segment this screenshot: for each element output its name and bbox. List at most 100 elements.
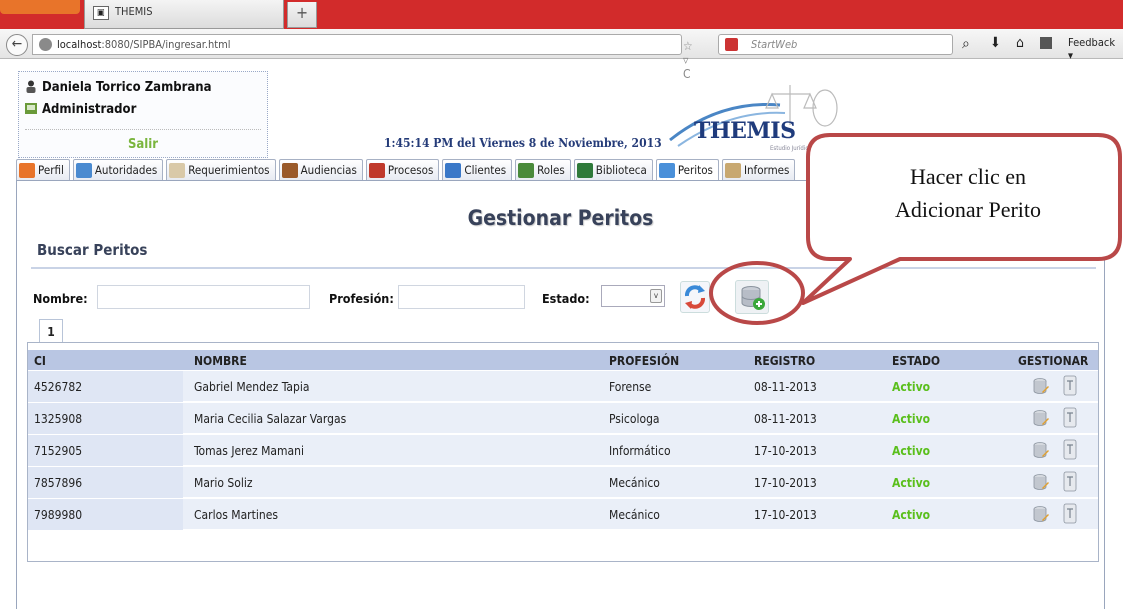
cell-estado: Activo [892, 380, 931, 394]
column-header-ci[interactable]: CI [34, 354, 46, 368]
tab-label: Informes [743, 163, 790, 177]
cell-nombre: Gabriel Mendez Tapia [194, 380, 310, 394]
cell-profesion: Mecánico [609, 508, 660, 522]
cell-registro: 17-10-2013 [754, 508, 817, 522]
column-header-registro[interactable]: REGISTRO [754, 354, 815, 368]
tab-roles[interactable]: Roles [515, 159, 571, 181]
extension-icon[interactable] [1040, 37, 1052, 49]
delete-icon[interactable] [1062, 471, 1078, 492]
tab-peritos[interactable]: Peritos [655, 159, 719, 181]
table-row[interactable]: 4526782 Gabriel Mendez Tapia Forense 08-11-… [28, 371, 1098, 402]
cell-nombre: Maria Cecilia Salazar Vargas [194, 412, 347, 426]
refresh-button[interactable] [680, 281, 710, 313]
tab-label: Roles [537, 163, 565, 177]
admin-icon [25, 103, 37, 114]
tab-title: THEMIS [115, 5, 153, 18]
back-button[interactable]: ← [6, 34, 28, 56]
delete-icon[interactable] [1062, 375, 1078, 396]
download-icon[interactable]: ⬇ [990, 35, 1001, 51]
callout-line-2: Adicionar Perito [894, 197, 1042, 222]
biblioteca-icon [576, 162, 593, 178]
firefox-menu-button[interactable] [0, 0, 80, 14]
globe-icon [39, 38, 52, 51]
edit-icon[interactable] [1033, 505, 1049, 523]
callout-text: Hacer clic en Adicionar Perito [818, 160, 1118, 226]
navigation-bar: ← localhost:8080/SIPBA/ingresar.html ☆ ▿… [0, 29, 1123, 81]
home-icon[interactable]: ⌂ [1016, 35, 1024, 51]
estado-select[interactable]: v [601, 285, 665, 307]
new-tab-button[interactable]: + [287, 2, 317, 28]
search-engine-icon[interactable] [725, 38, 738, 51]
tab-label: Clientes [464, 163, 507, 177]
cell-estado: Activo [892, 508, 931, 522]
feedback-button[interactable]: Feedback ▾ [1068, 36, 1123, 62]
cell-profesion: Informático [609, 444, 671, 458]
profesion-label: Profesión: [329, 291, 394, 306]
delete-icon[interactable] [1062, 407, 1078, 428]
column-header-nombre[interactable]: NOMBRE [194, 354, 247, 368]
main-tabs: Perfil Autoridades Requerimientos Audiencia… [16, 159, 798, 181]
tab-label: Perfil [38, 163, 64, 177]
procesos-icon [368, 162, 385, 178]
cell-profesion: Psicologa [609, 412, 660, 426]
cell-ci: 7857896 [34, 476, 83, 490]
bookmark-reload-icons[interactable]: ☆ ▿ C [683, 39, 693, 81]
search-bar[interactable]: StartWeb [718, 34, 953, 55]
delete-icon[interactable] [1062, 439, 1078, 460]
delete-icon[interactable] [1062, 503, 1078, 524]
tab-clientes[interactable]: Clientes [442, 159, 513, 181]
chevron-down-icon: v [650, 289, 662, 303]
cell-nombre: Carlos Martines [194, 508, 278, 522]
cell-estado: Activo [892, 412, 931, 426]
refresh-icon [685, 285, 705, 309]
datetime-clock: 1:45:14 PM del Viernes 8 de Noviembre, 2… [384, 136, 662, 150]
section-title: Buscar Peritos [37, 241, 148, 259]
autoridades-icon [75, 162, 92, 178]
tab-favicon-icon: ▣ [93, 6, 109, 20]
tab-autoridades[interactable]: Autoridades [72, 159, 164, 181]
table-row[interactable]: 7857896 Mario Soliz Mecánico 17-10-2013 Acti… [28, 467, 1098, 498]
pagination-page[interactable]: 1 [39, 319, 63, 343]
tab-label: Procesos [387, 163, 434, 177]
edit-icon[interactable] [1033, 377, 1049, 395]
tab-informes[interactable]: Informes [721, 159, 796, 181]
requerimientos-icon [169, 162, 186, 178]
tab-label: Peritos [677, 163, 713, 177]
nombre-input[interactable] [97, 285, 310, 309]
user-name: Daniela Torrico Zambrana [25, 80, 212, 96]
table-row[interactable]: 7152905 Tomas Jerez Mamani Informático 17-1… [28, 435, 1098, 466]
edit-icon[interactable] [1033, 409, 1049, 427]
browser-tab[interactable]: ▣ THEMIS [84, 0, 284, 29]
cell-estado: Activo [892, 444, 931, 458]
cell-nombre: Mario Soliz [194, 476, 253, 490]
column-header-gestionar: GESTIONAR [1018, 354, 1089, 368]
cell-ci: 4526782 [34, 380, 83, 394]
add-perito-button[interactable] [735, 280, 769, 314]
logo-subtitle: Estudio Jurídico [770, 145, 812, 152]
edit-icon[interactable] [1033, 473, 1049, 491]
logout-link[interactable]: Salir [19, 137, 267, 152]
cell-estado: Activo [892, 476, 931, 490]
table-row[interactable]: 1325908 Maria Cecilia Salazar Vargas Psico… [28, 403, 1098, 434]
cell-ci: 1325908 [34, 412, 83, 426]
column-header-profesion[interactable]: PROFESIÓN [609, 354, 679, 368]
user-role: Administrador [25, 102, 136, 118]
tab-audiencias[interactable]: Audiencias [278, 159, 363, 181]
cell-nombre: Tomas Jerez Mamani [194, 444, 304, 458]
user-icon [26, 80, 36, 93]
main-panel: Gestionar Peritos Buscar Peritos Nombre:… [16, 180, 1105, 609]
search-icon[interactable]: ⌕ [962, 36, 970, 52]
edit-icon[interactable] [1033, 441, 1049, 459]
address-bar[interactable]: localhost:8080/SIPBA/ingresar.html ☆ ▿ C [32, 34, 693, 81]
tab-perfil[interactable]: Perfil [16, 159, 70, 181]
column-header-estado[interactable]: ESTADO [892, 354, 940, 368]
tab-label: Audiencias [300, 163, 357, 177]
table-row[interactable]: 7989980 Carlos Martines Mecánico 17-10-2013… [28, 499, 1098, 530]
cell-ci: 7152905 [34, 444, 83, 458]
nombre-label: Nombre: [33, 291, 88, 306]
tab-requerimientos[interactable]: Requerimientos [166, 159, 276, 181]
tab-biblioteca[interactable]: Biblioteca [573, 159, 653, 181]
profesion-input[interactable] [398, 285, 525, 309]
tab-label: Requerimientos [188, 163, 270, 177]
tab-procesos[interactable]: Procesos [365, 159, 440, 181]
